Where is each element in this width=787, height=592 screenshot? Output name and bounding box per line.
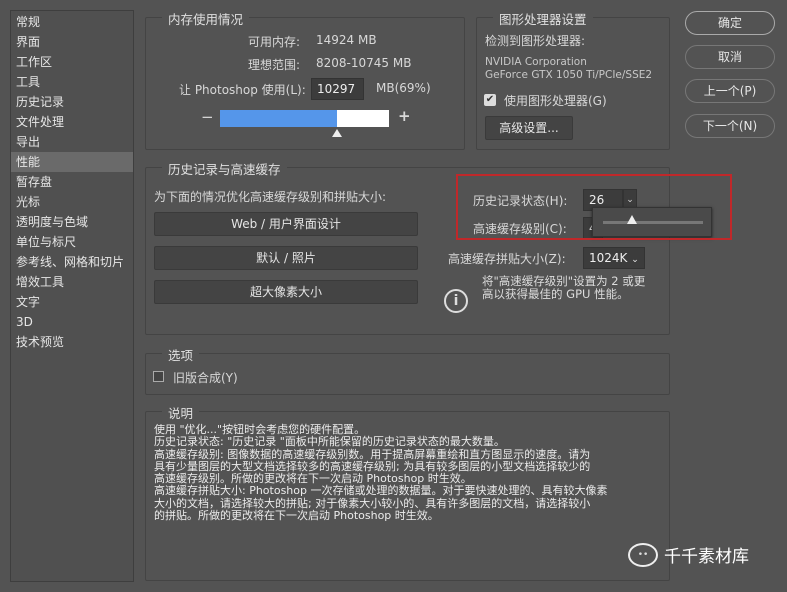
available-memory-label: 可用内存: — [248, 35, 301, 49]
description-line: 的拼贴。所做的更改将在下一次启动 Photoshop 时生效。 — [154, 509, 439, 523]
sidebar-item[interactable]: 光标 — [11, 192, 133, 212]
legacy-compositing-checkbox[interactable] — [153, 371, 164, 382]
sidebar-item[interactable]: 界面 — [11, 32, 133, 52]
gpu-settings-group: 图形处理器设置 检测到图形处理器: NVIDIA Corporation GeF… — [476, 9, 670, 150]
ideal-range-value: 8208-10745 MB — [316, 56, 412, 70]
preferences-sidebar: 常规 界面 工作区 工具 历史记录 文件处理 导出 性能 暂存盘 光标 透明度与色域 单位与标尺 参考线… — [10, 10, 134, 582]
highlight-box — [456, 174, 732, 240]
use-gpu-label: 使用图形处理器(G) — [504, 94, 607, 108]
photoshop-use-label: 让 Photoshop 使用(L): — [179, 83, 306, 97]
gpu-title: 图形处理器设置 — [493, 9, 593, 28]
sidebar-item[interactable]: 增效工具 — [11, 272, 133, 292]
sidebar-item[interactable]: 参考线、网格和切片 — [11, 252, 133, 272]
history-cache-title: 历史记录与高速缓存 — [162, 159, 287, 178]
advanced-settings-button[interactable]: 高级设置... — [485, 116, 573, 140]
memory-use-unit: MB(69%) — [376, 81, 431, 95]
sidebar-item[interactable]: 3D — [11, 312, 133, 332]
previous-button[interactable]: 上一个(P) — [685, 79, 775, 103]
options-group: 选项 旧版合成(Y) — [145, 345, 670, 395]
memory-slider-fill — [220, 110, 337, 127]
sidebar-item[interactable]: 工具 — [11, 72, 133, 92]
history-cache-group: 历史记录与高速缓存 为下面的情况优化高速缓存级别和拼贴大小: Web / 用户界… — [145, 159, 732, 335]
options-title: 选项 — [162, 345, 200, 364]
sidebar-item[interactable]: 导出 — [11, 132, 133, 152]
legacy-compositing-label: 旧版合成(Y) — [173, 371, 238, 385]
next-button[interactable]: 下一个(N) — [685, 114, 775, 138]
description-line: 高速缓存拼贴大小: Photoshop 一次存储或处理的数据量。对于要快速处理的… — [154, 484, 608, 498]
optimize-web-ui-button[interactable]: Web / 用户界面设计 — [154, 212, 418, 236]
tile-size-select[interactable]: 1024K ⌄ — [583, 247, 645, 269]
memory-usage-group: 内存使用情况 可用内存: 14924 MB 理想范围: 8208-10745 M… — [145, 9, 465, 150]
gpu-cache-info-text: 将"高速缓存级别"设置为 2 或更高以获得最佳的 GPU 性能。 — [482, 274, 646, 301]
optimize-huge-pixel-button[interactable]: 超大像素大小 — [154, 280, 418, 304]
description-group: 说明 使用 "优化..."按钮时会考虑您的硬件配置。 历史记录状态: "历史记录 … — [145, 403, 670, 581]
sidebar-item[interactable]: 常规 — [11, 12, 133, 32]
increase-memory-button[interactable]: + — [398, 107, 411, 125]
watermark: •• 千千素材库 — [628, 542, 749, 567]
tile-size-label: 高速缓存拼贴大小(Z): — [448, 252, 566, 266]
sidebar-item[interactable]: 暂存盘 — [11, 172, 133, 192]
memory-slider-track[interactable] — [220, 110, 389, 127]
chevron-down-icon: ⌄ — [631, 255, 639, 265]
sidebar-item[interactable]: 文件处理 — [11, 112, 133, 132]
memory-slider-thumb[interactable] — [331, 129, 342, 137]
description-title: 说明 — [162, 403, 200, 422]
memory-use-input[interactable]: 10297 — [311, 78, 364, 100]
decrease-memory-button[interactable]: − — [201, 108, 214, 126]
tile-size-value: 1024K — [589, 251, 628, 265]
gpu-vendor: NVIDIA Corporation — [485, 56, 587, 68]
info-icon: i — [444, 289, 468, 313]
optimize-label: 为下面的情况优化高速缓存级别和拼贴大小: — [154, 190, 387, 204]
description-line: 历史记录状态: "历史记录 "面板中所能保留的历史记录状态的最大数量。 — [154, 435, 505, 449]
memory-title: 内存使用情况 — [162, 9, 250, 28]
optimize-default-photos-button[interactable]: 默认 / 照片 — [154, 246, 418, 270]
ideal-range-label: 理想范围: — [248, 58, 301, 72]
sidebar-item[interactable]: 工作区 — [11, 52, 133, 72]
gpu-model: GeForce GTX 1050 Ti/PCIe/SSE2 — [485, 69, 653, 81]
sidebar-item[interactable]: 文字 — [11, 292, 133, 312]
gpu-detected-label: 检测到图形处理器: — [485, 34, 586, 48]
available-memory-value: 14924 MB — [316, 33, 377, 47]
sidebar-item[interactable]: 单位与标尺 — [11, 232, 133, 252]
ok-button[interactable]: 确定 — [685, 11, 775, 35]
sidebar-item[interactable]: 技术预览 — [11, 332, 133, 352]
wechat-icon: •• — [628, 542, 658, 567]
description-text: 使用 "优化..."按钮时会考虑您的硬件配置。 历史记录状态: "历史记录 "面板… — [154, 423, 664, 523]
use-gpu-checkbox[interactable]: ✔ — [484, 94, 496, 106]
watermark-text: 千千素材库 — [664, 547, 749, 567]
sidebar-item[interactable]: 透明度与色域 — [11, 212, 133, 232]
sidebar-item[interactable]: 性能 — [11, 152, 133, 172]
sidebar-item[interactable]: 历史记录 — [11, 92, 133, 112]
cancel-button[interactable]: 取消 — [685, 45, 775, 69]
